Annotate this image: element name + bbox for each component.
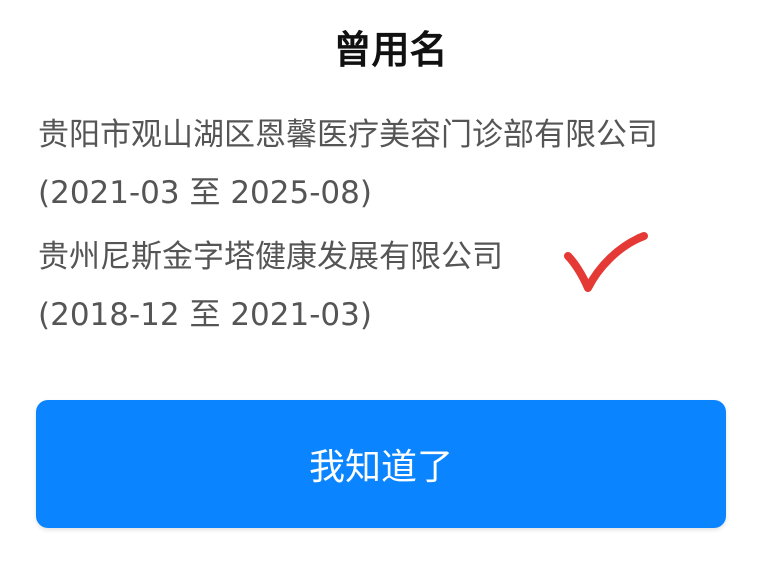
former-name-period: (2021-03 至 2025-08) [38, 175, 372, 211]
acknowledge-button[interactable]: 我知道了 [36, 400, 726, 528]
former-names-dialog: 曾用名 贵阳市观山湖区恩馨医疗美容门诊部有限公司 (2021-03 至 2025… [0, 0, 781, 579]
red-check-mark-icon [564, 232, 648, 292]
dialog-title: 曾用名 [333, 28, 448, 72]
former-name-entry-1: 贵阳市观山湖区恩馨医疗美容门诊部有限公司 (2021-03 至 2025-08) [38, 106, 738, 222]
former-name-company: 贵阳市观山湖区恩馨医疗美容门诊部有限公司 [38, 117, 658, 153]
